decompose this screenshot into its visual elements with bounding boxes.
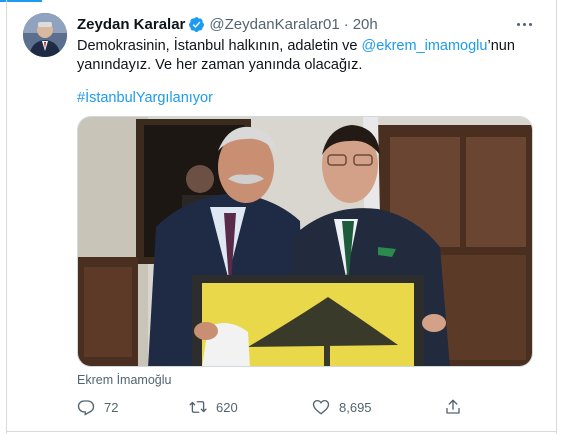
separator-dot: · <box>343 15 349 33</box>
frame-left-border <box>6 0 7 434</box>
hashtag-line: #İstanbulYargılanıyor <box>77 89 213 108</box>
frame-right-border <box>556 0 557 434</box>
reply-icon <box>77 400 95 416</box>
author-name[interactable]: Zeydan Karalar <box>77 16 185 33</box>
tweet-text-part: Demokrasinin, İstanbul halkının, adaleti… <box>77 38 362 54</box>
media-tag[interactable]: Ekrem İmamoğlu <box>77 373 171 387</box>
hashtag-link[interactable]: #İstanbulYargılanıyor <box>77 90 213 106</box>
tweet-media-photo[interactable] <box>77 116 533 367</box>
media-tag-label: Ekrem İmamoğlu <box>77 373 172 387</box>
frame-bottom-border <box>6 431 557 432</box>
tweet-timestamp[interactable]: 20h <box>353 16 378 33</box>
tweet-text: Demokrasinin, İstanbul halkının, adaleti… <box>77 37 537 75</box>
tweet-actions: 72 620 8,695 <box>77 396 477 418</box>
like-button[interactable]: 8,695 <box>312 396 372 418</box>
retweet-count: 620 <box>216 399 238 415</box>
share-button[interactable] <box>444 396 462 418</box>
like-count: 8,695 <box>339 399 372 415</box>
author-handle[interactable]: @ZeydanKaralar01 <box>209 16 339 33</box>
avatar[interactable] <box>23 13 67 57</box>
reply-count: 72 <box>104 399 119 415</box>
active-tab-indicator <box>0 0 562 4</box>
tweet-header: Zeydan Karalar @ZeydanKaralar01 · 20h <box>77 14 378 34</box>
heart-icon <box>312 399 330 415</box>
verified-badge-icon <box>189 16 205 32</box>
more-horizontal-icon[interactable] <box>514 14 534 34</box>
reply-button[interactable]: 72 <box>77 396 118 418</box>
mention-link[interactable]: @ekrem_imamoglu <box>362 38 488 54</box>
share-icon <box>446 399 460 414</box>
retweet-icon <box>189 401 207 413</box>
retweet-button[interactable]: 620 <box>189 396 238 418</box>
